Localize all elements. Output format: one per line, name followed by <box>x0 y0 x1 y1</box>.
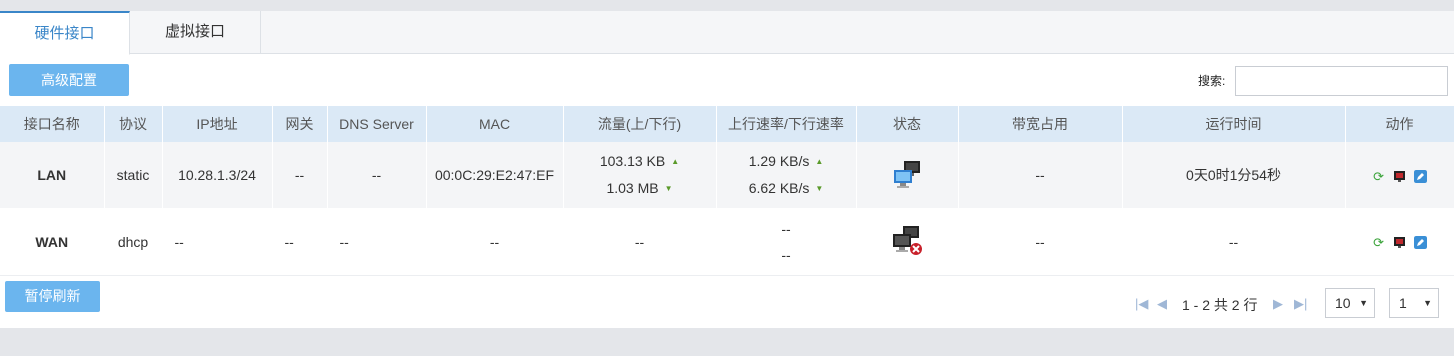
uptime-cell: 0天0时1分54秒 <box>1122 142 1346 208</box>
mac-cell: 00:0C:29:E2:47:EF <box>426 142 564 208</box>
column-header[interactable]: 协议 <box>104 106 163 142</box>
gateway-cell: -- <box>272 142 328 208</box>
search-input[interactable] <box>1235 66 1448 96</box>
traffic-cell: 103.13 KB ▲ 1.03 MB ▼ <box>563 142 717 208</box>
arrow-up-icon: ▲ <box>671 157 680 166</box>
page-info: 1 - 2 共 2 行 <box>1182 297 1258 313</box>
column-header[interactable]: 流量(上/下行) <box>563 106 717 142</box>
ip-cell: -- <box>162 208 273 276</box>
interface-name: WAN <box>0 208 105 276</box>
rate-up-value: -- <box>781 220 791 237</box>
advanced-config-button[interactable]: 高级配置 <box>9 64 129 96</box>
dns-cell: -- <box>327 208 427 276</box>
page-value: 1 <box>1399 295 1407 311</box>
bandwidth-cell: -- <box>958 208 1123 276</box>
refresh-icon[interactable]: ⟳ <box>1372 236 1385 249</box>
rate-cell: -- -- <box>716 208 857 276</box>
monitor-icon[interactable] <box>1393 170 1406 183</box>
monitor-icon[interactable] <box>1393 236 1406 249</box>
column-header[interactable]: 上行速率/下行速率 <box>716 106 857 142</box>
edit-icon[interactable] <box>1413 169 1427 183</box>
arrow-down-icon: ▼ <box>664 184 673 194</box>
dns-cell: -- <box>327 142 427 208</box>
status-cell <box>856 208 959 276</box>
status-cell <box>856 142 959 208</box>
column-header[interactable]: 带宽占用 <box>958 106 1123 142</box>
tab-bar: 硬件接口 虚拟接口 <box>0 11 1454 55</box>
traffic-cell: -- <box>563 208 717 276</box>
interface-name: LAN <box>0 142 105 208</box>
action-cell: ⟳ <box>1345 142 1454 208</box>
uptime-cell: -- <box>1122 208 1346 276</box>
rate-down-value: -- <box>781 246 791 263</box>
mac-cell: -- <box>426 208 564 276</box>
interface-panel: 硬件接口 虚拟接口 高级配置 搜索: 接口名称 协议 IP地址 网关 DNS S… <box>0 11 1454 328</box>
rate-down-value: 6.62 KB/s <box>748 180 810 196</box>
page-size-select[interactable]: 10 ▼ <box>1325 288 1375 318</box>
action-cell: ⟳ <box>1345 208 1454 276</box>
gateway-cell: -- <box>272 208 328 276</box>
rate-cell: 1.29 KB/s ▲ 6.62 KB/s ▼ <box>716 142 857 208</box>
first-page-icon[interactable]: |◀ <box>1135 296 1148 312</box>
search-label: 搜索: <box>1198 74 1226 88</box>
ip-cell: 10.28.1.3/24 <box>162 142 273 208</box>
bandwidth-cell: -- <box>958 142 1123 208</box>
protocol-cell: static <box>104 142 163 208</box>
page-size-value: 10 <box>1335 295 1351 311</box>
traffic-up-value: 103.13 KB <box>599 152 666 169</box>
column-header[interactable]: 网关 <box>272 106 328 142</box>
traffic-down-value: 1.03 MB <box>606 180 659 196</box>
rate-up-value: 1.29 KB/s <box>748 152 810 169</box>
chevron-down-icon: ▼ <box>1423 298 1432 308</box>
arrow-down-icon: ▼ <box>815 184 824 194</box>
next-page-icon[interactable]: ▶ <box>1273 296 1283 312</box>
column-header[interactable]: 状态 <box>856 106 959 142</box>
network-disconnected-icon <box>893 226 922 255</box>
column-header[interactable]: 接口名称 <box>0 106 105 142</box>
prev-page-icon[interactable]: ◀ <box>1157 296 1167 312</box>
page-select[interactable]: 1 ▼ <box>1389 288 1439 318</box>
table-header-row: 接口名称 协议 IP地址 网关 DNS Server MAC 流量(上/下行) … <box>0 106 1454 142</box>
tab-virtual-interfaces[interactable]: 虚拟接口 <box>130 11 261 53</box>
chevron-down-icon: ▼ <box>1359 298 1368 308</box>
tab-hardware-interfaces[interactable]: 硬件接口 <box>0 11 130 55</box>
table-row[interactable]: LAN static 10.28.1.3/24 -- -- 00:0C:29:E… <box>0 142 1454 208</box>
edit-icon[interactable] <box>1413 236 1427 250</box>
column-header[interactable]: DNS Server <box>327 106 427 142</box>
pause-refresh-button[interactable]: 暂停刷新 <box>5 281 100 312</box>
column-header[interactable]: IP地址 <box>162 106 273 142</box>
interface-table: 接口名称 协议 IP地址 网关 DNS Server MAC 流量(上/下行) … <box>0 106 1454 276</box>
arrow-up-icon: ▲ <box>815 157 824 166</box>
table-row[interactable]: WAN dhcp -- -- -- -- -- -- -- -- -- ⟳ <box>0 208 1454 276</box>
last-page-icon[interactable]: ▶| <box>1294 296 1307 312</box>
protocol-cell: dhcp <box>104 208 163 276</box>
network-connected-icon <box>894 160 920 188</box>
column-header[interactable]: 运行时间 <box>1122 106 1346 142</box>
column-header[interactable]: 动作 <box>1345 106 1454 142</box>
refresh-icon[interactable]: ⟳ <box>1372 170 1385 183</box>
column-header[interactable]: MAC <box>426 106 564 142</box>
